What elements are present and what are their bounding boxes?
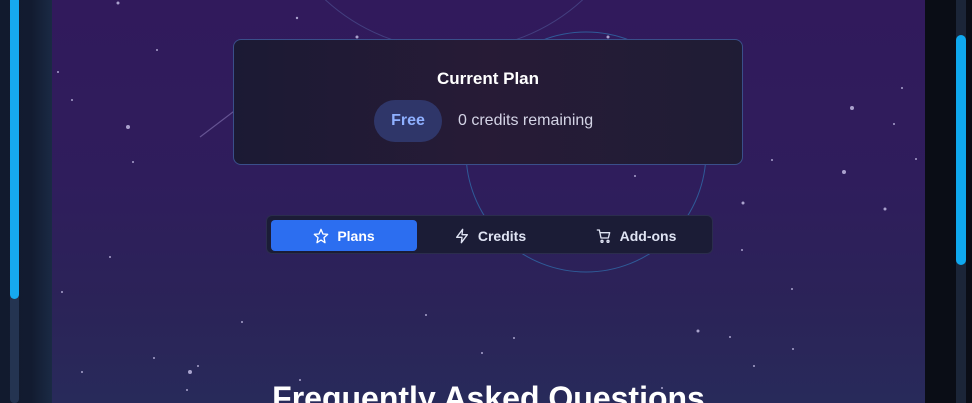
lightning-icon: [454, 228, 470, 244]
star-icon: [313, 228, 329, 244]
faq-heading: Frequently Asked Questions: [272, 380, 705, 403]
tab-credits-label: Credits: [477, 227, 527, 244]
tab-credits[interactable]: Credits: [417, 220, 563, 251]
left-panel: [0, 0, 52, 403]
left-scrollbar-thumb[interactable]: [10, 0, 19, 299]
main-content: Current Plan Free 0 credits remaining Pl…: [52, 0, 925, 403]
plan-badge: Free: [374, 100, 442, 142]
tab-plans-label: Plans: [337, 227, 375, 244]
right-scrollbar-thumb[interactable]: [956, 35, 966, 265]
credits-remaining-text: 0 credits remaining: [458, 112, 594, 129]
tab-add-ons-label: Add-ons: [619, 227, 677, 244]
cart-icon: [596, 228, 612, 244]
pricing-tabs: Plans Credits Add-ons: [266, 215, 713, 254]
current-plan-card: Current Plan Free 0 credits remaining: [233, 39, 743, 165]
tab-add-ons[interactable]: Add-ons: [563, 220, 709, 251]
current-plan-title: Current Plan: [436, 69, 540, 88]
tab-plans[interactable]: Plans: [271, 220, 417, 251]
